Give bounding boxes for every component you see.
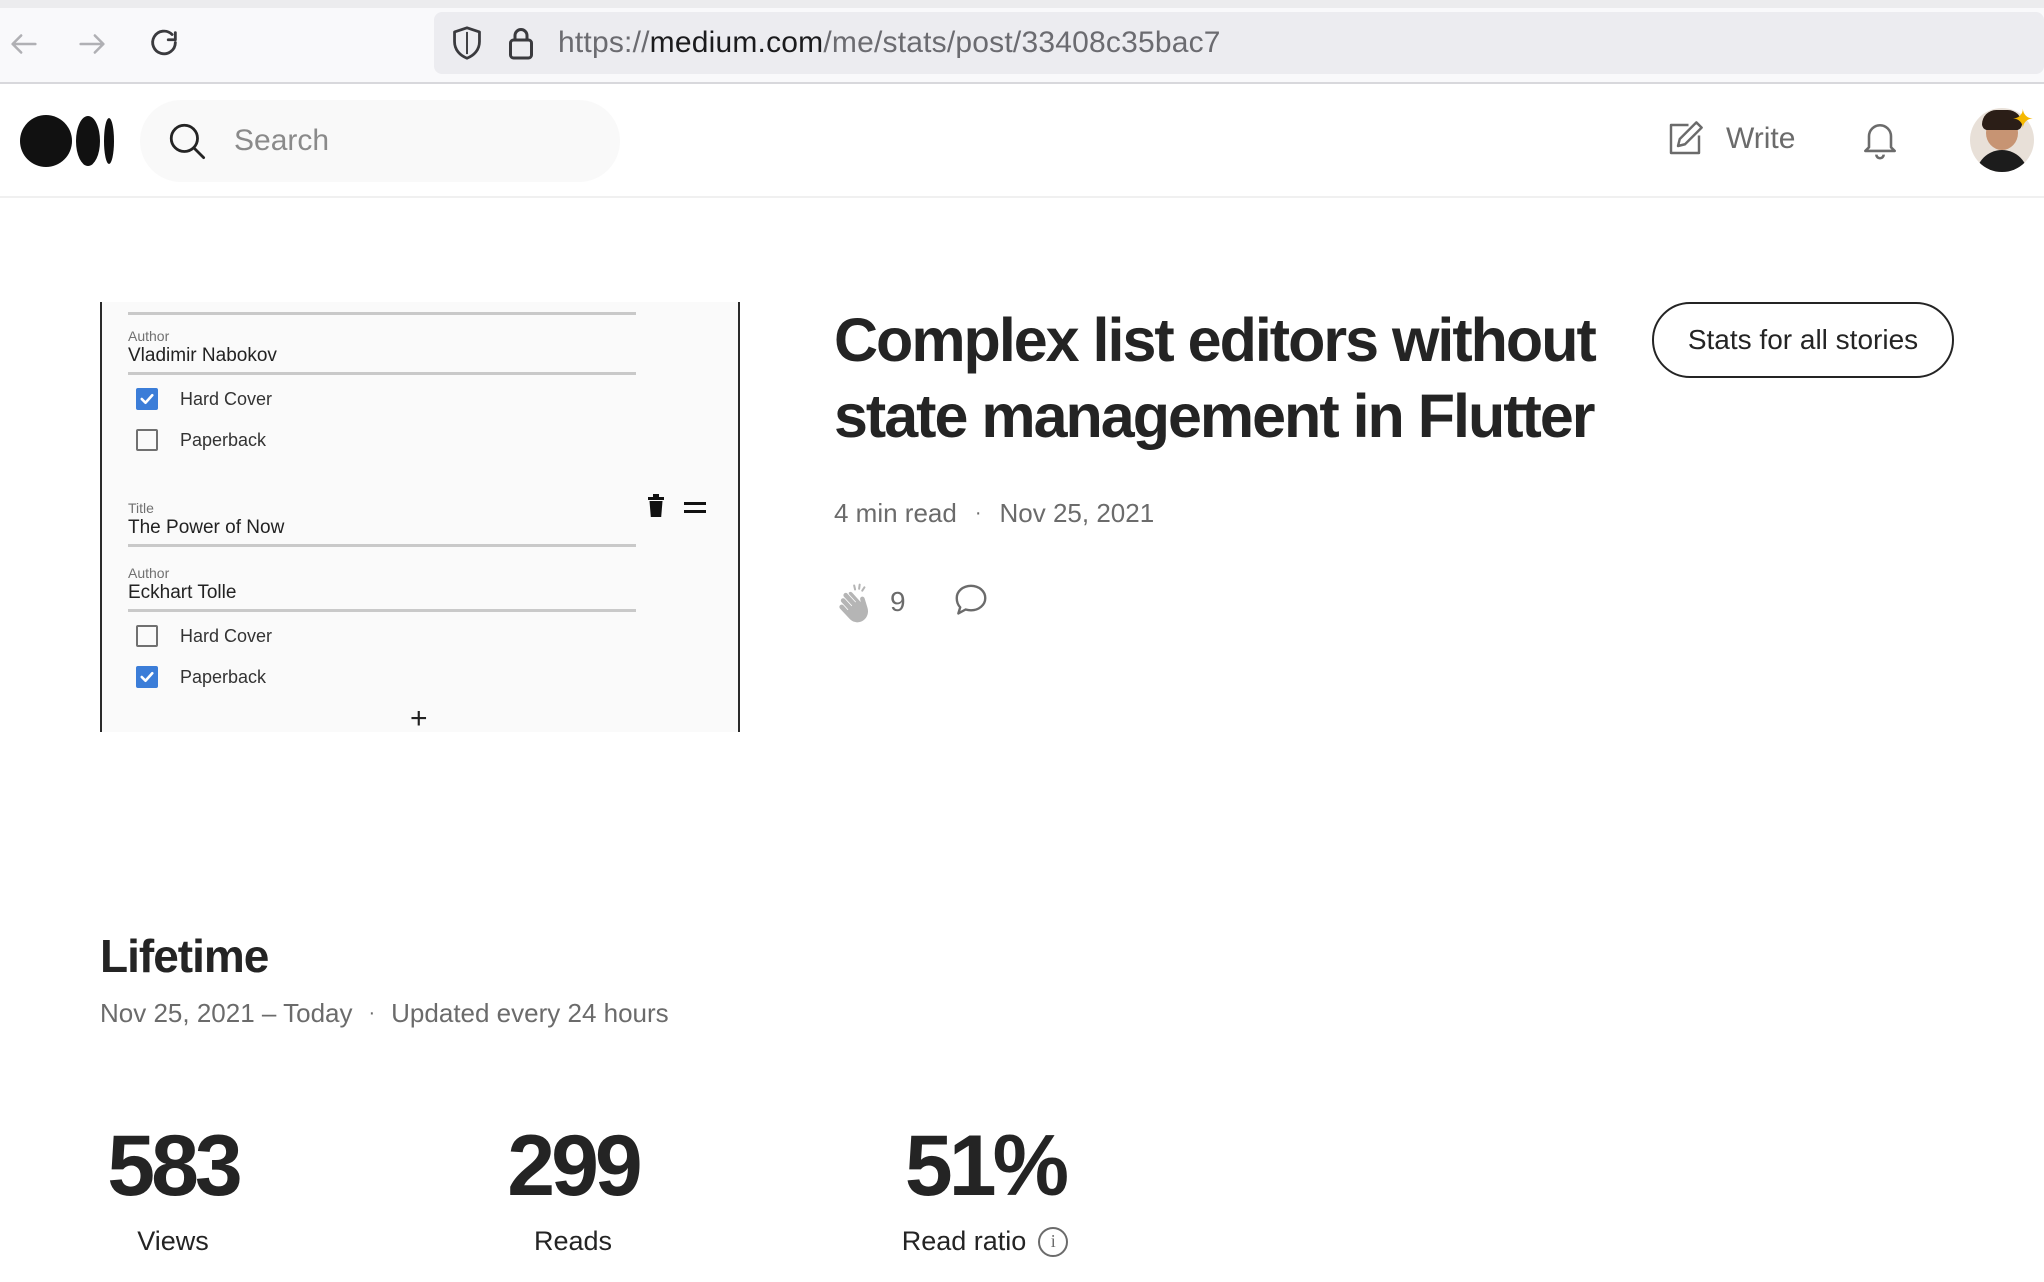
checkbox-checked: [136, 388, 158, 410]
reads-stat: 299 Reads: [498, 1118, 648, 1257]
sparkle-icon: ✦: [2012, 104, 2034, 134]
logo-circle-large: [20, 115, 72, 167]
article-meta: 4 min read · Nov 25, 2021: [834, 498, 1154, 529]
lifetime-subtitle: Nov 25, 2021 – Today · Updated every 24 …: [100, 998, 669, 1029]
search-input[interactable]: [234, 118, 574, 164]
engagement-bar: 9: [834, 580, 990, 624]
article-title[interactable]: Complex list editors without state manag…: [834, 302, 1654, 454]
book1-author-field: Author Vladimir Nabokov: [128, 328, 636, 375]
avatar-body: [1976, 150, 2028, 172]
book1-hardcover-option: Hard Cover: [136, 388, 272, 410]
checkbox-unchecked: [136, 429, 158, 451]
read-ratio-label: Read ratio i: [890, 1226, 1080, 1257]
search-box[interactable]: [140, 100, 620, 182]
info-icon[interactable]: i: [1038, 1226, 1069, 1257]
book1-option-label: Paperback: [180, 429, 267, 450]
checkmark-icon: [140, 393, 154, 405]
book2-paperback-option: Paperback: [136, 666, 266, 688]
stats-for-all-stories-button[interactable]: Stats for all stories: [1652, 302, 1954, 378]
arrow-right-icon: [79, 34, 105, 54]
views-stat: 583 Views: [98, 1118, 248, 1257]
book2-option-label: Hard Cover: [180, 625, 273, 646]
book2-option-label: Paperback: [180, 666, 267, 687]
trash-icon: [648, 494, 664, 517]
book2-author-field: Author Eckhart Tolle: [128, 565, 636, 612]
publish-date: Nov 25, 2021: [999, 498, 1155, 528]
checkbox-checked: [136, 666, 158, 688]
article-thumbnail: Author Vladimir Nabokov Hard Cover Paper…: [100, 302, 740, 732]
book2-title-label: Title: [128, 500, 154, 516]
write-label: Write: [1726, 122, 1796, 155]
url-text[interactable]: https://medium.com/me/stats/post/33408c3…: [558, 26, 1221, 60]
book1-paperback-option: Paperback: [136, 429, 266, 451]
arrow-left-icon: [11, 34, 37, 54]
clap-button[interactable]: 9: [834, 580, 906, 624]
lifetime-separator: ·: [368, 1002, 376, 1024]
book2-author-label: Author: [128, 565, 170, 581]
tab-strip-edge: [0, 0, 2044, 8]
comment-icon: [955, 584, 987, 615]
drag-handle-icon: [684, 502, 706, 513]
read-ratio-value: 51%: [904, 1118, 1069, 1214]
medium-logo[interactable]: [20, 115, 114, 167]
views-label-text: Views: [137, 1226, 209, 1256]
shield-icon[interactable]: [450, 25, 484, 61]
lifetime-update-note: Updated every 24 hours: [391, 998, 669, 1028]
reload-icon: [151, 29, 177, 56]
back-button[interactable]: [0, 20, 48, 68]
clap-count: 9: [890, 586, 906, 617]
views-label: Views: [98, 1226, 248, 1257]
lifetime-heading: Lifetime: [100, 930, 269, 982]
checkbox-unchecked: [136, 625, 158, 647]
book1-author-value: Vladimir Nabokov: [128, 345, 277, 366]
browser-toolbar: https://medium.com/me/stats/post/33408c3…: [0, 0, 2044, 84]
read-time: 4 min read: [834, 498, 957, 528]
checkmark-icon: [140, 671, 154, 683]
lifetime-range: Nov 25, 2021 – Today: [100, 998, 353, 1028]
search-icon: [169, 123, 206, 160]
book2-title-value: The Power of Now: [128, 517, 285, 538]
book2-hardcover-option: Hard Cover: [136, 625, 272, 647]
reads-label-text: Reads: [533, 1226, 613, 1256]
url-path: /me/stats/post/33408c35bac7: [823, 26, 1221, 59]
previous-field-underline: [128, 312, 636, 315]
book2-title-field: Title The Power of Now: [128, 500, 636, 547]
forward-button[interactable]: [68, 20, 116, 68]
add-icon: +: [410, 702, 428, 733]
meta-separator: ·: [974, 502, 982, 524]
reads-value: 299: [507, 1118, 643, 1214]
views-value: 583: [107, 1118, 243, 1214]
pencil-square-icon: [1669, 121, 1703, 155]
bell-icon[interactable]: [1858, 116, 1902, 162]
logo-circle-small: [104, 118, 114, 164]
logo-circle-medium: [76, 116, 100, 166]
write-button[interactable]: Write: [1664, 114, 1795, 164]
read-ratio-label-text: Read ratio: [901, 1226, 1027, 1256]
book1-author-label: Author: [128, 328, 170, 344]
clap-icon: [839, 583, 869, 623]
comment-button[interactable]: [952, 581, 990, 624]
reload-button[interactable]: [140, 20, 188, 68]
book1-option-label: Hard Cover: [180, 388, 273, 409]
address-bar[interactable]: https://medium.com/me/stats/post/33408c3…: [434, 12, 2044, 74]
url-scheme: https://: [558, 26, 650, 59]
reads-label: Reads: [498, 1226, 648, 1257]
read-ratio-stat: 51% Read ratio i: [890, 1118, 1080, 1257]
site-header: Write: [0, 84, 2044, 198]
book2-author-value: Eckhart Tolle: [128, 582, 237, 603]
url-domain: medium.com: [649, 26, 824, 59]
lock-icon[interactable]: [506, 25, 536, 61]
